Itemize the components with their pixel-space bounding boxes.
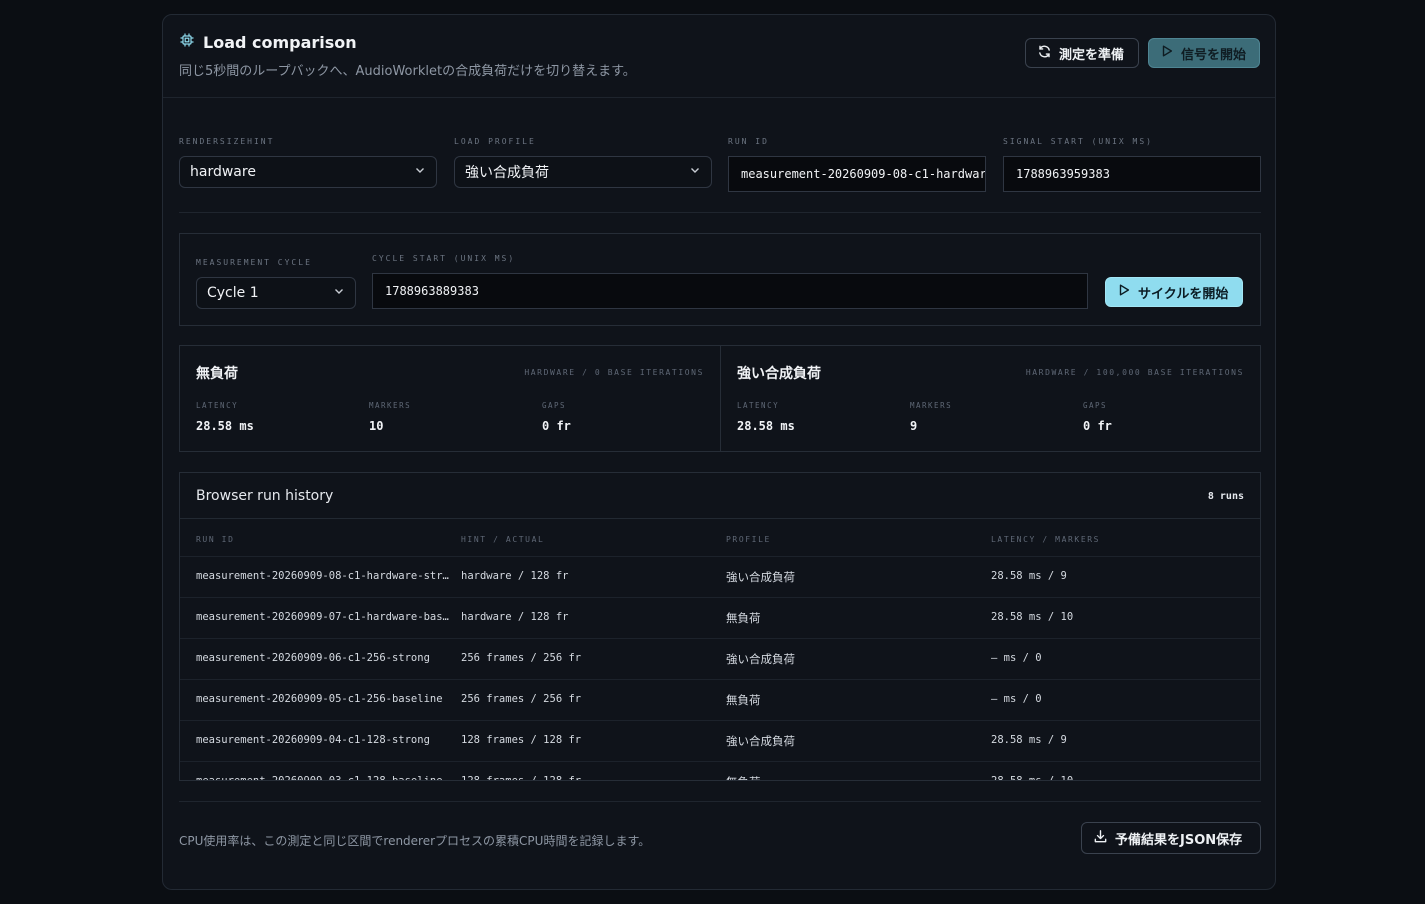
latency-label: LATENCY: [737, 401, 780, 410]
load-comparison-panel: Load comparison 同じ5秒間のループバックへ、AudioWorkl…: [162, 14, 1276, 890]
hint-cell: 128 frames / 128 fr: [461, 775, 582, 781]
gaps-value: 0 fr: [542, 419, 571, 433]
divider: [179, 801, 1261, 802]
history-divider: [180, 518, 1260, 519]
render-size-hint-select[interactable]: hardware: [179, 156, 437, 188]
latency-value: 28.58 ms: [196, 419, 254, 433]
chevron-down-icon: [689, 164, 701, 180]
hint-cell: hardware / 128 fr: [461, 570, 569, 582]
run-id-label: RUN ID: [728, 137, 769, 146]
start-signal-button[interactable]: 信号を開始: [1148, 38, 1260, 68]
cycle-start-label: CYCLE START (UNIX MS): [372, 254, 516, 263]
profile-cell: 無負荷: [726, 774, 980, 780]
signal-start-label: SIGNAL START (UNIX MS): [1003, 137, 1153, 146]
latency-cell: — ms / 0: [991, 652, 1042, 664]
table-row[interactable]: measurement-20260909-04-c1-128-strong 128…: [180, 720, 1260, 762]
save-json-button[interactable]: 予備結果をJSON保存: [1081, 822, 1261, 854]
profile-cell: 強い合成負荷: [726, 570, 795, 584]
run-count: 8 runs: [1207, 491, 1244, 502]
latency-cell: 28.58 ms / 10: [991, 611, 1074, 623]
markers-value: 9: [910, 419, 918, 433]
cpu-chip-icon: [179, 32, 195, 52]
prepare-measurement-button[interactable]: 測定を準備: [1025, 38, 1139, 68]
column-header-latency: LATENCY / MARKERS: [991, 535, 1101, 544]
play-icon: [1160, 44, 1174, 62]
stat-meta-baseline: HARDWARE / 0 BASE ITERATIONS: [524, 368, 704, 377]
panel-header: Load comparison 同じ5秒間のループバックへ、AudioWorkl…: [163, 15, 1275, 98]
cycle-start-input[interactable]: 1788963889383: [372, 273, 1088, 309]
load-profile-value: 強い合成負荷: [465, 165, 549, 181]
latency-cell: — ms / 0: [991, 693, 1042, 705]
column-header-profile: PROFILE: [726, 535, 771, 544]
stat-title-baseline: 無負荷: [196, 366, 238, 382]
measurement-cycle-value: Cycle 1: [207, 285, 259, 301]
run-id-cell: measurement-20260909-06-c1-256-strong: [196, 652, 430, 664]
run-id-input[interactable]: measurement-20260909-08-c1-hardware-stro…: [728, 156, 986, 192]
cycle-box: MEASUREMENT CYCLE Cycle 1 CYCLE START (U…: [179, 233, 1261, 326]
cpu-usage-note: CPU使用率は、この測定と同じ区間でrendererプロセスの累積CPU時間を記…: [179, 834, 651, 848]
table-row[interactable]: measurement-20260909-06-c1-256-strong 256…: [180, 638, 1260, 680]
page-title: Load comparison: [203, 32, 357, 52]
page-subtitle: 同じ5秒間のループバックへ、AudioWorkletの合成負荷だけを切り替えます…: [179, 64, 636, 79]
latency-cell: 28.58 ms / 9: [991, 570, 1067, 582]
run-history-box: Browser run history 8 runs RUN ID HINT /…: [179, 472, 1261, 781]
gaps-value: 0 fr: [1083, 419, 1112, 433]
refresh-icon: [1037, 44, 1052, 63]
profile-cell: 強い合成負荷: [726, 734, 795, 748]
markers-value: 10: [369, 419, 384, 433]
table-row[interactable]: measurement-20260909-05-c1-256-baseline 2…: [180, 679, 1260, 721]
download-icon: [1093, 829, 1108, 848]
chevron-down-icon: [333, 285, 345, 301]
start-cycle-label: サイクルを開始: [1138, 286, 1229, 302]
load-profile-select[interactable]: 強い合成負荷: [454, 156, 712, 188]
table-row[interactable]: measurement-20260909-07-c1-hardware-base…: [180, 597, 1260, 639]
profile-cell: 無負荷: [726, 693, 761, 707]
title-row: Load comparison: [179, 32, 357, 52]
latency-label: LATENCY: [196, 401, 239, 410]
load-profile-label: LOAD PROFILE: [454, 137, 536, 146]
signal-start-input[interactable]: 1788963959383: [1003, 156, 1261, 192]
table-row[interactable]: measurement-20260909-08-c1-hardware-stro…: [180, 556, 1260, 598]
stats-box: 無負荷 HARDWARE / 0 BASE ITERATIONS LATENCY…: [179, 345, 1261, 452]
run-id-cell: measurement-20260909-05-c1-256-baseline: [196, 693, 443, 705]
hint-cell: 256 frames / 256 fr: [461, 652, 582, 664]
column-header-hint: HINT / ACTUAL: [461, 535, 545, 544]
measurement-cycle-label: MEASUREMENT CYCLE: [196, 258, 312, 267]
run-history-title: Browser run history: [196, 488, 334, 504]
play-icon: [1117, 283, 1131, 301]
latency-cell: 28.58 ms / 10: [991, 775, 1074, 781]
column-header-run-id: RUN ID: [196, 535, 235, 544]
prepare-measurement-label: 測定を準備: [1059, 47, 1125, 63]
stat-meta-strong: HARDWARE / 100,000 BASE ITERATIONS: [1025, 368, 1244, 377]
save-json-label: 予備結果をJSON保存: [1115, 832, 1243, 848]
run-id-cell: measurement-20260909-08-c1-hardware-stro…: [196, 570, 450, 582]
gaps-label: GAPS: [542, 401, 567, 410]
run-id-cell: measurement-20260909-07-c1-hardware-base…: [196, 611, 450, 623]
hint-cell: hardware / 128 fr: [461, 611, 569, 623]
table-row[interactable]: measurement-20260909-03-c1-128-baseline 1…: [180, 761, 1260, 781]
markers-label: MARKERS: [910, 401, 953, 410]
start-cycle-button[interactable]: サイクルを開始: [1105, 277, 1243, 307]
run-id-cell: measurement-20260909-04-c1-128-strong: [196, 734, 430, 746]
render-size-hint-value: hardware: [190, 164, 256, 180]
chevron-down-icon: [414, 164, 426, 180]
gaps-label: GAPS: [1083, 401, 1108, 410]
start-signal-label: 信号を開始: [1181, 47, 1247, 63]
profile-cell: 強い合成負荷: [726, 652, 795, 666]
profile-cell: 無負荷: [726, 611, 761, 625]
stat-title-strong: 強い合成負荷: [737, 366, 821, 382]
hint-cell: 128 frames / 128 fr: [461, 734, 582, 746]
latency-cell: 28.58 ms / 9: [991, 734, 1067, 746]
latency-value: 28.58 ms: [737, 419, 795, 433]
stats-divider: [720, 346, 721, 451]
run-id-cell: measurement-20260909-03-c1-128-baseline: [196, 775, 443, 781]
measurement-cycle-select[interactable]: Cycle 1: [196, 277, 356, 309]
render-size-hint-label: RENDERSIZEHINT: [179, 137, 275, 146]
markers-label: MARKERS: [369, 401, 412, 410]
divider: [179, 212, 1261, 213]
hint-cell: 256 frames / 256 fr: [461, 693, 582, 705]
